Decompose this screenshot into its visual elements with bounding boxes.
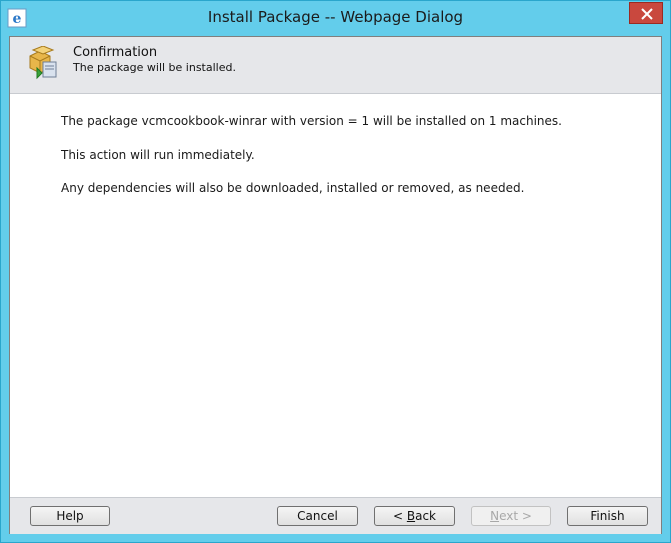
finish-button[interactable]: Finish (567, 506, 648, 526)
close-button[interactable] (629, 2, 663, 24)
cancel-button[interactable]: Cancel (277, 506, 358, 526)
header-title: Confirmation (73, 45, 158, 60)
body-text-install: The package vcmcookbook-winrar with vers… (61, 114, 562, 128)
back-button[interactable]: < Back (374, 506, 455, 526)
header-subtitle: The package will be installed. (73, 61, 236, 74)
next-button[interactable]: Next > (471, 506, 551, 526)
package-icon (26, 45, 60, 80)
title-bar[interactable]: e Install Package -- Webpage Dialog (1, 1, 670, 35)
help-button[interactable]: Help (30, 506, 110, 526)
dialog-client: Confirmation The package will be install… (9, 36, 662, 534)
back-rest: ack (415, 509, 436, 523)
close-icon (641, 8, 653, 20)
next-rest: ext > (499, 509, 532, 523)
back-accelerator: B (406, 509, 416, 523)
dialog-window: e Install Package -- Webpage Dialog Conf… (0, 0, 671, 543)
window-title: Install Package -- Webpage Dialog (207, 8, 464, 26)
body-text-timing: This action will run immediately. (61, 148, 255, 162)
header-panel: Confirmation The package will be install… (10, 37, 661, 94)
next-accelerator: N (490, 509, 500, 523)
back-prefix: < (392, 509, 407, 523)
button-bar: Help Cancel < Back Next > Finish (10, 497, 661, 534)
body-text-dependencies: Any dependencies will also be downloaded… (61, 181, 525, 195)
